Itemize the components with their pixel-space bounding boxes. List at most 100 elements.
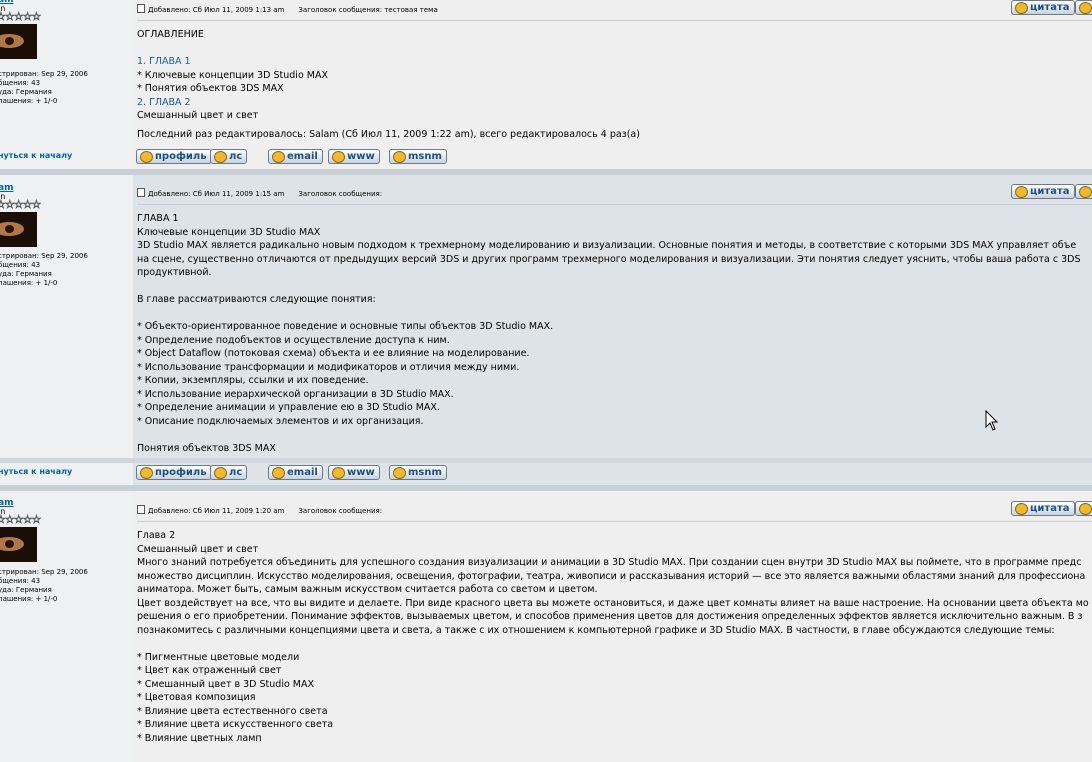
back-to-top-link[interactable]: нуться к началу bbox=[0, 467, 72, 476]
post-1-author-panel: am in ☆☆☆☆☆ стрирован: Sep 29, 2006 бщен… bbox=[0, 0, 133, 147]
quote-button[interactable]: цитата bbox=[1011, 0, 1075, 15]
email-icon bbox=[272, 151, 285, 163]
edit-note: Последний раз редактировалось: Salam (Сб… bbox=[137, 129, 640, 140]
author-messages: бщения: 43 bbox=[0, 261, 41, 269]
post-1-footer: нуться к началу профиль лс email www msn… bbox=[0, 147, 1092, 169]
post-line bbox=[137, 637, 1089, 651]
post-divider bbox=[137, 521, 1092, 522]
www-label: www bbox=[347, 151, 375, 162]
post-line: 3D Studio MAX является радикально новым … bbox=[137, 240, 1077, 251]
quote-button[interactable]: цитата bbox=[1011, 184, 1075, 199]
post-content: Глава 2 Смешанный цвет и свет Много знан… bbox=[137, 529, 1089, 745]
post-line: * Описание подключаемых элементов и их о… bbox=[137, 415, 424, 427]
profile-button[interactable]: профиль bbox=[136, 465, 212, 480]
post-2-body: Добавлено: Сб Июл 11, 2009 1:15 am Заголо… bbox=[133, 175, 1092, 458]
author-info: стрирован: Sep 29, 2006 бщения: 43 уда: … bbox=[0, 70, 88, 106]
pm-button[interactable]: лс bbox=[210, 149, 248, 164]
toc-link-chapter-2[interactable]: 2. ГЛАВА 2 bbox=[137, 96, 328, 110]
post-2-footer: нуться к началу профиль лс email www msn… bbox=[0, 463, 1092, 485]
post-line: аниматора. Может быть, самым важным иску… bbox=[137, 584, 598, 595]
post-meta: Добавлено: Сб Июл 11, 2009 1:15 am Заголо… bbox=[137, 188, 382, 198]
post-line: * Объекто-ориентированное поведение и ос… bbox=[137, 321, 554, 332]
quote-button[interactable]: цитата bbox=[1011, 501, 1075, 516]
post-line: решения о его приобретении. Понимание эф… bbox=[137, 611, 1083, 622]
post-line: * Ключевые концепции 3D Studio MAX bbox=[137, 69, 328, 81]
toc-link-chapter-1[interactable]: 1. ГЛАВА 1 bbox=[137, 55, 328, 69]
edit-button[interactable] bbox=[1075, 184, 1092, 199]
post-subject: Заголовок сообщения: тестовая тема bbox=[298, 6, 438, 14]
post-subject: Заголовок сообщения: bbox=[298, 507, 383, 515]
email-label: email bbox=[287, 467, 318, 478]
post-line: Глава 2 bbox=[137, 530, 176, 541]
author-messages: бщения: 43 bbox=[0, 577, 41, 585]
post-meta: Добавлено: Сб Июл 11, 2009 1:13 am Заголо… bbox=[137, 4, 438, 14]
edit-icon bbox=[1079, 503, 1092, 515]
www-button[interactable]: www bbox=[328, 149, 380, 164]
edit-icon bbox=[1079, 2, 1092, 14]
post-line: Смешанный цвет и свет bbox=[137, 543, 259, 555]
post-line bbox=[137, 42, 328, 56]
footer-buttons: профиль лс email www msnm bbox=[133, 147, 1092, 169]
msnm-button[interactable]: msnm bbox=[389, 465, 447, 480]
email-button[interactable]: email bbox=[268, 465, 323, 480]
footer-left: нуться к началу bbox=[0, 463, 133, 485]
profile-label: профиль bbox=[155, 467, 207, 478]
post-line: Много знаний потребуется объединить для … bbox=[137, 557, 1082, 568]
author-info: стрирован: Sep 29, 2006 бщения: 43 уда: … bbox=[0, 252, 88, 288]
post-line: * Object Dataflow (потоковая схема) объе… bbox=[137, 348, 530, 359]
profile-icon bbox=[140, 467, 153, 479]
email-button[interactable]: email bbox=[268, 149, 323, 164]
post-1: am in ☆☆☆☆☆ стрирован: Sep 29, 2006 бщен… bbox=[0, 0, 1092, 147]
edit-button[interactable] bbox=[1075, 0, 1092, 15]
post-content: ОГЛАВЛЕНИЕ 1. ГЛАВА 1 * Ключевые концепц… bbox=[137, 28, 328, 123]
post-1-body: Добавлено: Сб Июл 11, 2009 1:13 am Заголо… bbox=[133, 0, 1092, 147]
avatar bbox=[0, 24, 37, 59]
post-line: В главе рассматриваются следующие поняти… bbox=[137, 294, 376, 305]
post-line: Смешанный цвет и свет bbox=[137, 110, 259, 121]
post-line: * Смешанный цвет в 3D Studio MAX bbox=[137, 678, 314, 690]
author-location: уда: Германия bbox=[0, 270, 52, 278]
post-line: Ключевые концепции 3D Studio MAX bbox=[137, 226, 321, 238]
profile-icon bbox=[140, 151, 153, 163]
quote-icon bbox=[1015, 186, 1028, 198]
www-icon bbox=[332, 467, 345, 479]
pm-icon bbox=[214, 151, 227, 163]
footer-buttons: профиль лс email www msnm bbox=[133, 463, 1092, 485]
post-line: * Определение анимации и управление ею в… bbox=[137, 402, 440, 413]
pm-icon bbox=[214, 467, 227, 479]
post-2-author-panel: am in ☆☆☆☆☆ стрирован: Sep 29, 2006 бщен… bbox=[0, 175, 133, 458]
www-label: www bbox=[347, 467, 375, 478]
post-added-date: Добавлено: Сб Июл 11, 2009 1:13 am bbox=[148, 6, 285, 14]
post-line: ОГЛАВЛЕНИЕ bbox=[137, 29, 204, 40]
post-line bbox=[137, 280, 1081, 294]
msnm-label: msnm bbox=[408, 467, 442, 478]
post-line bbox=[137, 307, 1081, 321]
post-2: am in ☆☆☆☆☆ стрирован: Sep 29, 2006 бщен… bbox=[0, 175, 1092, 458]
author-registered: стрирован: Sep 29, 2006 bbox=[0, 568, 88, 576]
msnm-icon bbox=[393, 151, 406, 163]
post-line: * Использование трансформации и модифика… bbox=[137, 361, 520, 373]
author-registered: стрирован: Sep 29, 2006 bbox=[0, 70, 88, 78]
footer-left: нуться к началу bbox=[0, 147, 133, 169]
post-icon bbox=[137, 188, 145, 197]
post-icon bbox=[137, 505, 145, 514]
post-divider bbox=[137, 20, 1092, 21]
edit-button[interactable] bbox=[1075, 501, 1092, 516]
profile-button[interactable]: профиль bbox=[136, 149, 212, 164]
quote-button-label: цитата bbox=[1030, 186, 1070, 197]
quote-button-label: цитата bbox=[1030, 503, 1070, 514]
post-line: * Копии, экземпляры, ссылки и их поведен… bbox=[137, 375, 369, 386]
post-3: am in ☆☆☆☆☆ стрирован: Sep 29, 2006 бщен… bbox=[0, 491, 1092, 762]
quote-icon bbox=[1015, 503, 1028, 515]
post-line: * Определение подобъектов и осуществлени… bbox=[137, 334, 450, 346]
post-line: продуктивной. bbox=[137, 267, 212, 278]
msnm-icon bbox=[393, 467, 406, 479]
profile-label: профиль bbox=[155, 151, 207, 162]
pm-button[interactable]: лс bbox=[210, 465, 248, 480]
post-line: * Влияние цветных ламп bbox=[137, 732, 262, 744]
back-to-top-link[interactable]: нуться к началу bbox=[0, 151, 72, 160]
post-line: Понятия объектов 3DS MAX bbox=[137, 442, 276, 454]
www-button[interactable]: www bbox=[328, 465, 380, 480]
msnm-button[interactable]: msnm bbox=[389, 149, 447, 164]
post-line: * Пигментные цветовые модели bbox=[137, 651, 300, 663]
